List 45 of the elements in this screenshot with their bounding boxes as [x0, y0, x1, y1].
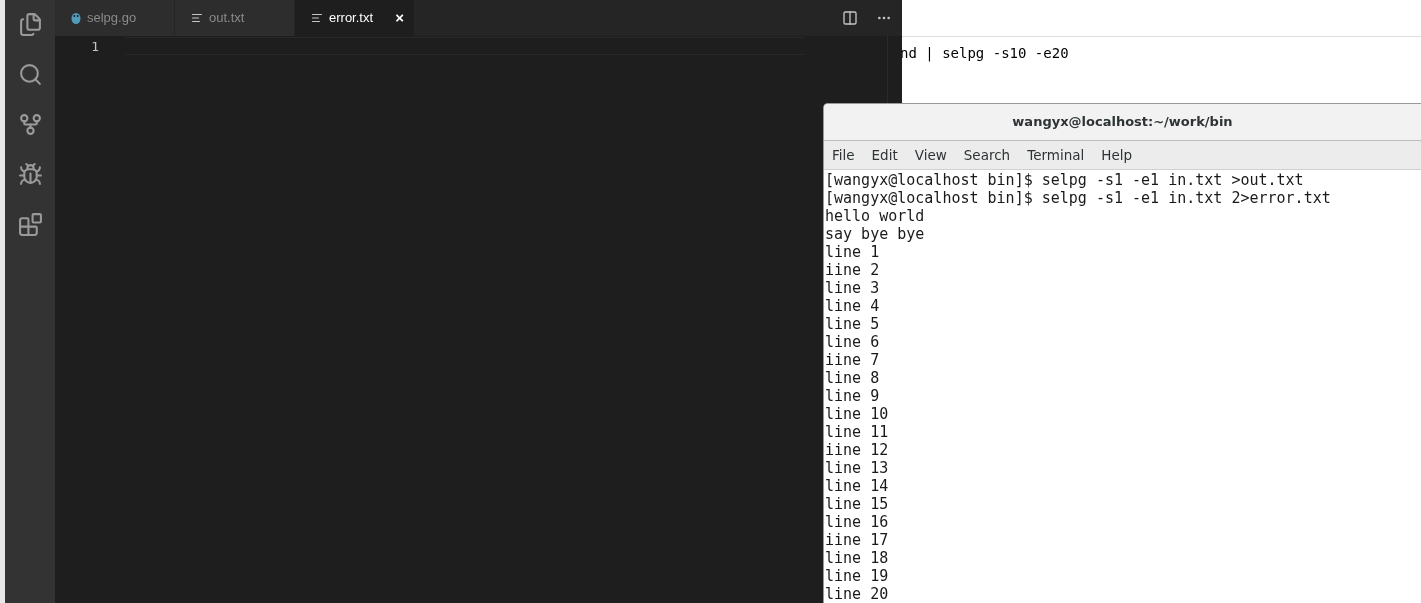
terminal-line: line 5: [825, 315, 881, 333]
editor-tab[interactable]: selpg.go: [55, 0, 175, 36]
menu-item[interactable]: Terminal: [1027, 144, 1085, 166]
menu-item[interactable]: Help: [1101, 144, 1133, 166]
menu-item[interactable]: Search: [963, 144, 1011, 166]
terminal-line: iine 17: [825, 531, 890, 549]
terminal-line: line 4: [825, 297, 881, 315]
terminal-line: line 9: [825, 387, 881, 405]
terminal-line: line 13: [825, 459, 890, 477]
search-icon[interactable]: [17, 62, 43, 87]
editor-tab[interactable]: out.txt: [175, 0, 295, 36]
debug-icon[interactable]: [17, 162, 43, 187]
editor-tab[interactable]: error.txt ×: [295, 0, 415, 36]
extensions-icon[interactable]: [17, 212, 43, 237]
source-control-icon[interactable]: [17, 112, 43, 137]
terminal-line: line 8: [825, 369, 881, 387]
gopher-icon: [71, 12, 81, 24]
terminal-line: [wangyx@localhost bin]$ selpg -s1 -e1 in.txt 2>error.txt: [825, 189, 1332, 207]
terminal-line: line 14: [825, 477, 890, 495]
terminal-line: line 1: [825, 243, 881, 261]
terminal-line: line 11: [825, 423, 890, 441]
terminal-line: iine 2: [825, 261, 881, 279]
terminal-line: line 10: [825, 405, 890, 423]
line-number: 1: [91, 38, 99, 56]
window-title: wangyx@localhost:~/work/bin: [1012, 113, 1233, 132]
terminal-line: line 3: [825, 279, 881, 297]
menu-item[interactable]: File: [832, 144, 855, 166]
menu-item[interactable]: View: [914, 144, 947, 166]
close-button[interactable]: ×: [395, 6, 404, 30]
menu-item[interactable]: Edit: [871, 144, 898, 166]
text-file-icon: [191, 12, 203, 24]
terminal-line: iine 12: [825, 441, 890, 459]
terminal-line: line 18: [825, 549, 890, 567]
terminal-line: say bye bye: [825, 225, 926, 243]
terminal-line: line 6: [825, 333, 881, 351]
terminal-line: line 19: [825, 567, 890, 585]
text-file-icon: [311, 12, 323, 24]
explorer-icon[interactable]: [17, 12, 43, 37]
terminal-line: line 15: [825, 495, 890, 513]
terminal-line: [wangyx@localhost bin]$ selpg -s1 -e1 in.txt >out.txt: [825, 171, 1305, 189]
split-editor-icon[interactable]: [842, 10, 858, 26]
terminal-line: hello world: [825, 207, 926, 225]
terminal-line: line 20: [825, 585, 890, 603]
terminal-line: iine 7: [825, 351, 881, 369]
terminal-line: line 16: [825, 513, 890, 531]
